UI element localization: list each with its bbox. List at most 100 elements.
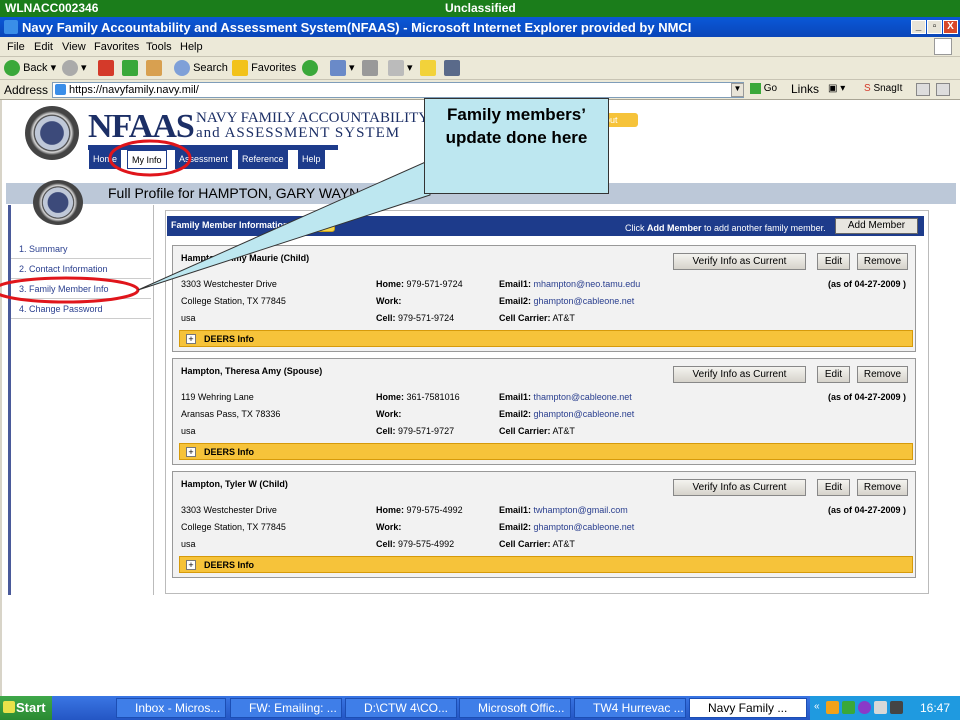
taskbar-item-tw4-hurrevac[interactable]: TW4 Hurrevac ... [574,698,686,718]
search-button[interactable]: Search [174,60,228,76]
taskbar-item-inbox[interactable]: Inbox - Micros... [116,698,226,718]
as-of-date: (as of 04-27-2009 ) [828,279,907,289]
edit-button[interactable]: Edit [817,253,850,270]
email2-link[interactable]: ghampton@cableone.net [534,296,635,306]
edit-page-icon [388,60,404,76]
forward-button[interactable]: ▾ [62,60,87,76]
logout-button[interactable]: out [604,113,638,127]
menu-edit[interactable]: Edit [34,41,53,53]
menu-file[interactable]: File [7,41,25,53]
minimize-button[interactable]: _ [911,20,926,34]
page-icon [55,84,66,95]
snagit-capture-icon[interactable] [916,83,930,96]
email1-link[interactable]: mhampton@neo.tamu.edu [534,279,641,289]
toolbar: Back ▾ ▾ Search Favorites ▾ ▾ [0,57,960,80]
address-label: Address [4,83,49,97]
messenger-button[interactable] [420,60,436,76]
remove-button[interactable]: Remove [857,479,908,496]
go-button[interactable]: Go [750,83,777,94]
window-title-bar: Navy Family Accountability and Assessmen… [0,17,960,37]
tray-app-icon[interactable] [826,701,839,714]
back-button[interactable]: Back ▾ [4,60,56,76]
maximize-button[interactable]: ▫ [927,20,942,34]
nav-assessment[interactable]: Assessment [175,150,234,169]
nfaas-seal-logo [25,106,79,160]
snagit-editor-icon[interactable] [936,83,950,96]
member-name: Hampton, Theresa Amy (Spouse) [181,366,323,376]
star-icon [232,60,248,76]
email1-link[interactable]: twhampton@gmail.com [534,505,628,515]
tray-security-icon[interactable] [858,701,871,714]
verify-info-button[interactable]: Verify Info as Current [673,366,806,383]
verify-info-button[interactable]: Verify Info as Current [673,253,806,270]
deers-info-bar[interactable]: + DEERS Info [179,443,913,460]
research-button[interactable] [444,60,460,76]
refresh-button[interactable] [122,60,138,76]
menu-favorites[interactable]: Favorites [94,41,139,53]
nav-home[interactable]: Home [89,150,123,169]
nav-reference[interactable]: Reference [238,150,289,169]
print-button[interactable] [362,60,378,76]
expand-icon[interactable]: + [186,560,196,570]
verify-info-button[interactable]: Verify Info as Current [673,479,806,496]
deers-info-bar[interactable]: + DEERS Info [179,330,913,347]
home-button[interactable] [146,60,162,76]
menu-help[interactable]: Help [180,41,203,53]
snagit-button[interactable]: S SnagIt [864,83,902,94]
add-member-button[interactable]: Add Member [835,218,918,234]
taskbar: Start Inbox - Micros... FW: Emailing: ..… [0,696,960,720]
tray-volume-icon[interactable] [874,701,887,714]
sidebar-item-change-password[interactable]: 4. Change Password [11,299,151,319]
member-name: Hampton , Amy Maurie (Child) [181,253,310,263]
mail-button[interactable]: ▾ [330,60,355,76]
email1-link[interactable]: thampton@cableone.net [534,392,632,402]
member-card: Hampton , Amy Maurie (Child) Verify Info… [172,245,916,352]
email2-link[interactable]: ghampton@cableone.net [534,522,635,532]
tray-network-icon[interactable] [842,701,855,714]
nav-my-info[interactable]: My Info [127,150,167,169]
taskbar-item-microsoft-office[interactable]: Microsoft Offic... [459,698,571,718]
stop-button[interactable] [98,60,114,76]
sidebar-item-family-member-info[interactable]: 3. Family Member Info [11,279,151,299]
address-line1: 3303 Westchester Drive [181,279,277,289]
sidebar-item-summary[interactable]: 1. Summary [11,239,151,259]
taskbar-item-folder[interactable]: D:\CTW 4\CO... [345,698,457,718]
address-dropdown-button[interactable]: ▼ [731,83,744,97]
history-button[interactable] [302,60,318,76]
tray-expand-icon[interactable]: « [814,701,820,712]
links-button[interactable]: Links [791,82,819,96]
taskbar-item-navy-family[interactable]: Navy Family ... [689,698,807,718]
email2: Email2: ghampton@cableone.net [499,296,635,306]
email2-link[interactable]: ghampton@cableone.net [534,409,635,419]
help-button[interactable]: ? Help [295,219,335,232]
menu-tools[interactable]: Tools [146,41,172,53]
remove-button[interactable]: Remove [857,366,908,383]
family-member-title: Family Member Information [171,220,289,230]
family-member-header: Family Member Information ? Help Click Ad… [167,216,924,236]
favorites-button[interactable]: Favorites [232,60,296,76]
nav-help[interactable]: Help [298,150,326,169]
member-card: Hampton, Theresa Amy (Spouse) Verify Inf… [172,358,916,465]
sidebar-item-contact-information[interactable]: 2. Contact Information [11,259,151,279]
deers-info-bar[interactable]: + DEERS Info [179,556,913,573]
expand-icon[interactable]: + [186,334,196,344]
edit-button[interactable]: Edit [817,366,850,383]
taskbar-item-fw-emailing[interactable]: FW: Emailing: ... [230,698,342,718]
as-of-date: (as of 04-27-2009 ) [828,392,907,402]
country: usa [181,313,196,323]
start-button[interactable]: Start [0,696,52,720]
home-icon [146,60,162,76]
address-input[interactable]: https://navyfamily.navy.mil/ [52,82,744,98]
clock: 16:47 [919,701,950,715]
search-icon [174,60,190,76]
menu-view[interactable]: View [62,41,86,53]
mail-icon [330,60,346,76]
expand-icon[interactable]: + [186,447,196,457]
work-phone: Work: [376,409,402,419]
addon-dropdown[interactable]: ▣ ▾ [828,83,845,94]
remove-button[interactable]: Remove [857,253,908,270]
edit-page-button[interactable]: ▾ [388,60,413,76]
edit-button[interactable]: Edit [817,479,850,496]
close-button[interactable]: X [943,20,958,34]
tray-display-icon[interactable] [890,701,903,714]
